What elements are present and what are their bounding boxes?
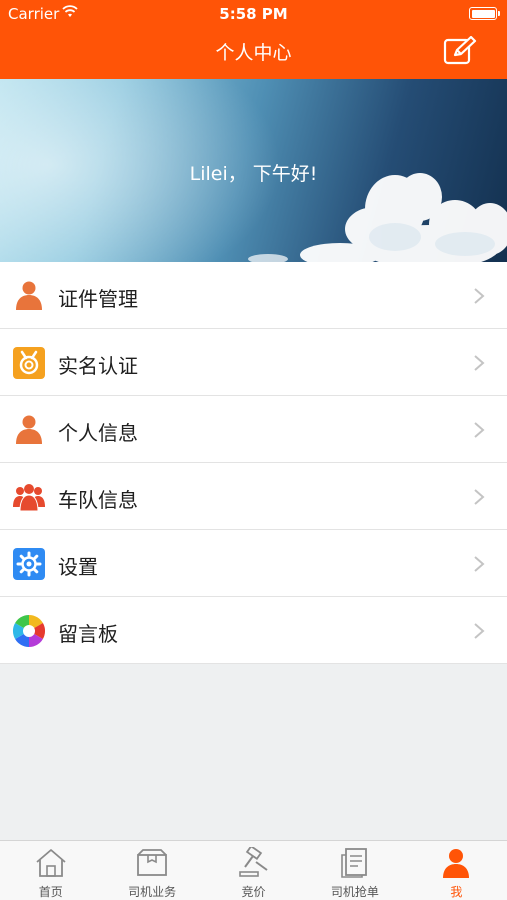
- profile-banner: Lilei， 下午好!: [0, 79, 507, 262]
- menu-item-settings[interactable]: 设置: [0, 530, 507, 597]
- tab-label: 首页: [38, 885, 63, 899]
- page-title: 个人中心: [215, 42, 292, 64]
- user-icon: [443, 849, 470, 878]
- greeting-text: Lilei， 下午好!: [189, 163, 318, 185]
- tab-driver-business[interactable]: 司机业务: [101, 841, 202, 900]
- menu-item-label: 实名认证: [58, 354, 138, 378]
- chevron-right-icon: [474, 489, 485, 505]
- chevron-right-icon: [474, 556, 485, 572]
- menu-item-label: 设置: [58, 555, 98, 579]
- chevron-right-icon: [474, 422, 485, 438]
- edit-icon[interactable]: [443, 36, 477, 66]
- chevron-right-icon: [474, 623, 485, 639]
- status-time: 5:58 PM: [219, 5, 288, 23]
- menu-item-label: 留言板: [58, 622, 118, 646]
- top-bar: Carrier 5:58 PM 个人中心: [0, 0, 507, 79]
- menu-item-personal-info[interactable]: 个人信息: [0, 396, 507, 463]
- tab-home[interactable]: 首页: [0, 841, 101, 900]
- tab-bidding[interactable]: 竞价: [203, 841, 304, 900]
- menu-item-fleet-info[interactable]: 车队信息: [0, 463, 507, 530]
- gavel-icon: [238, 847, 268, 877]
- box-icon: [137, 849, 168, 876]
- person-icon: [16, 415, 42, 444]
- document-icon: [341, 848, 367, 878]
- tab-bar: 首页 司机业务 竞价 司机抢单 我: [0, 840, 507, 900]
- battery-icon: [469, 7, 500, 20]
- tab-me[interactable]: 我: [406, 841, 507, 900]
- menu-item-verification[interactable]: 实名认证: [0, 329, 507, 396]
- tab-label: 竞价: [241, 885, 266, 899]
- gear-icon: [13, 548, 45, 580]
- tab-label: 我: [450, 885, 463, 899]
- aperture-icon: [12, 614, 46, 648]
- tab-label: 司机业务: [128, 885, 177, 899]
- chevron-right-icon: [474, 355, 485, 371]
- person-icon: [16, 281, 42, 310]
- menu-list: 证件管理 实名认证 个人信息 车队信息 设置 留言板: [0, 262, 507, 664]
- tab-label: 司机抢单: [330, 885, 379, 899]
- tab-grab-orders[interactable]: 司机抢单: [304, 841, 405, 900]
- menu-item-documents[interactable]: 证件管理: [0, 262, 507, 329]
- menu-item-label: 证件管理: [58, 287, 138, 311]
- menu-item-message-board[interactable]: 留言板: [0, 597, 507, 664]
- menu-item-label: 个人信息: [58, 421, 138, 445]
- team-icon: [13, 484, 45, 512]
- chevron-right-icon: [474, 288, 485, 304]
- home-icon: [36, 849, 66, 877]
- menu-item-label: 车队信息: [58, 488, 138, 512]
- medal-icon: [13, 347, 45, 379]
- status-bar: Carrier 5:58 PM: [0, 0, 507, 28]
